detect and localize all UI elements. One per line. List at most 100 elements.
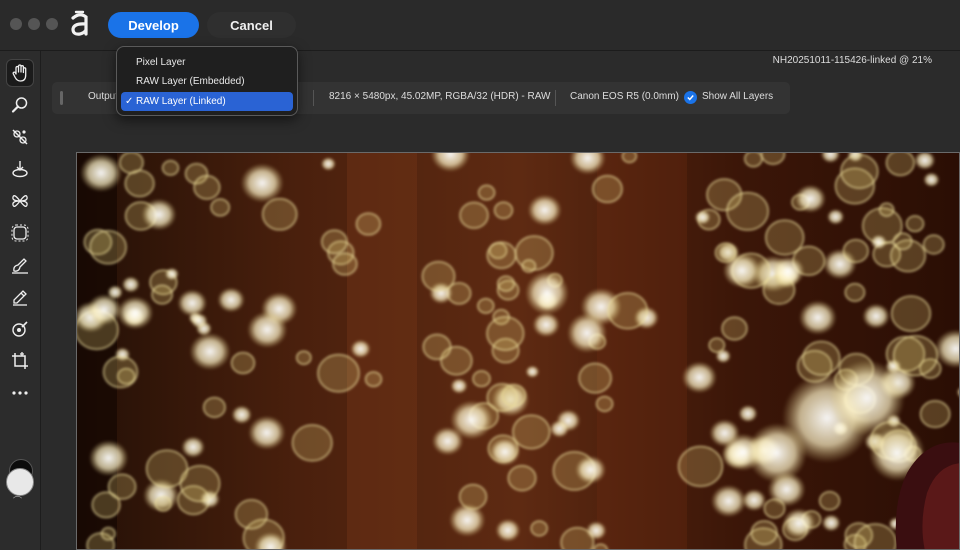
- bokeh-light: [177, 289, 208, 317]
- crop-icon: [12, 352, 28, 369]
- bokeh-light: [472, 370, 491, 388]
- magnifier-icon: [11, 97, 28, 113]
- bokeh-light: [154, 495, 172, 512]
- bokeh-light: [320, 157, 336, 171]
- bokeh-light: [88, 440, 129, 477]
- bokeh-light: [189, 332, 231, 371]
- bokeh-light: [798, 300, 837, 335]
- bokeh-light: [87, 294, 122, 326]
- bokeh-light: [826, 208, 845, 225]
- blemish-tool[interactable]: [6, 155, 34, 183]
- bokeh-highlight: [747, 423, 807, 483]
- bokeh-light: [892, 232, 913, 251]
- bokeh-light: [714, 242, 737, 263]
- bokeh-light: [486, 316, 525, 351]
- bokeh-light: [592, 174, 623, 204]
- bokeh-light: [493, 201, 514, 220]
- develop-button[interactable]: Develop: [108, 12, 199, 38]
- bokeh-light: [107, 473, 137, 500]
- bokeh-light: [512, 414, 551, 450]
- zoom-window-button[interactable]: [46, 18, 58, 30]
- output-label[interactable]: Output: [88, 91, 118, 102]
- bokeh-light: [190, 313, 208, 329]
- bokeh-light: [890, 295, 932, 332]
- bokeh-light: [161, 160, 180, 176]
- bokeh-light: [923, 172, 940, 188]
- bokeh-light: [234, 499, 268, 530]
- bokeh-light: [870, 234, 887, 250]
- bokeh-light: [450, 378, 468, 394]
- bokeh-light: [521, 259, 537, 273]
- bokeh-highlight: [567, 313, 607, 353]
- overlay-selection-tool[interactable]: [6, 219, 34, 247]
- overlay-gradient-tool[interactable]: [6, 251, 34, 279]
- cancel-button[interactable]: Cancel: [207, 12, 296, 38]
- swap-colors-icon[interactable]: ⌒: [13, 494, 22, 507]
- bokeh-photo-image: [77, 153, 959, 549]
- bokeh-light: [726, 191, 769, 231]
- bokeh-light: [919, 400, 951, 429]
- crop-tool[interactable]: [6, 347, 34, 375]
- overlay-paint-tool[interactable]: [6, 187, 34, 215]
- zoom-tool[interactable]: [6, 91, 34, 119]
- bokeh-light: [744, 153, 763, 168]
- bokeh-light: [350, 339, 371, 359]
- bokeh-light: [607, 292, 649, 330]
- foreground-color-swatch[interactable]: [6, 468, 34, 496]
- image-info: 8216 × 5480px, 45.02MP, RGBA/32 (HDR) - …: [329, 91, 551, 102]
- overlay-erase-tool[interactable]: [6, 283, 34, 311]
- white-balance-icon: [12, 321, 28, 337]
- bokeh-light: [179, 465, 221, 503]
- menu-item-label: RAW Layer (Linked): [136, 96, 226, 107]
- toolbar-grip[interactable]: [60, 91, 63, 105]
- checkmark-icon: ✓: [125, 96, 134, 107]
- bokeh-light: [321, 229, 348, 255]
- bokeh-highlight: [829, 360, 905, 436]
- bokeh-highlight: [525, 271, 569, 315]
- bokeh-light: [532, 312, 560, 338]
- document-title: NH20251011-115426-linked @ 21%: [772, 55, 932, 66]
- show-all-layers-checkbox[interactable]: [684, 91, 697, 104]
- bokeh-light: [721, 316, 748, 341]
- bokeh-light: [119, 153, 144, 174]
- affinity-logo-icon: [71, 10, 88, 36]
- bokeh-light: [247, 311, 288, 349]
- view-tool[interactable]: [6, 59, 34, 87]
- bokeh-light: [802, 340, 841, 376]
- more-tools[interactable]: [6, 379, 34, 407]
- bokeh-light: [750, 520, 778, 546]
- bokeh-light: [477, 297, 495, 314]
- overlay-erase-icon: [13, 290, 27, 306]
- bokeh-light: [575, 455, 606, 484]
- bokeh-light: [116, 296, 154, 330]
- show-all-layers-label[interactable]: Show All Layers: [702, 91, 773, 102]
- bokeh-light: [840, 154, 879, 189]
- bokeh-light: [121, 276, 140, 293]
- red-eye-tool[interactable]: [6, 123, 34, 151]
- photo-canvas[interactable]: [76, 152, 960, 550]
- bokeh-light: [842, 239, 869, 263]
- overlay-gradient-icon: [12, 258, 28, 274]
- close-window-button[interactable]: [10, 18, 22, 30]
- bokeh-light: [595, 395, 614, 412]
- bokeh-light: [782, 508, 816, 539]
- output-dropdown-menu: Pixel Layer RAW Layer (Embedded) ✓ RAW L…: [116, 46, 298, 116]
- menu-item-raw-linked[interactable]: ✓ RAW Layer (Linked): [121, 92, 293, 111]
- bokeh-light: [527, 194, 562, 226]
- bokeh-light: [486, 241, 517, 269]
- bokeh-light: [210, 198, 231, 217]
- bokeh-light: [530, 520, 548, 537]
- menu-item-pixel-layer[interactable]: Pixel Layer: [121, 53, 293, 72]
- separator: [555, 90, 556, 106]
- bokeh-light: [100, 526, 116, 541]
- overlay-paint-icon: [12, 195, 28, 207]
- bokeh-light: [821, 514, 841, 532]
- white-balance-tool[interactable]: [6, 315, 34, 343]
- bokeh-light: [164, 267, 179, 281]
- minimize-window-button[interactable]: [28, 18, 40, 30]
- overlay-selection-icon: [11, 224, 29, 242]
- bokeh-light: [355, 212, 382, 236]
- bokeh-light: [862, 303, 890, 329]
- menu-item-raw-embedded[interactable]: RAW Layer (Embedded): [121, 72, 293, 91]
- bokeh-light: [202, 396, 226, 418]
